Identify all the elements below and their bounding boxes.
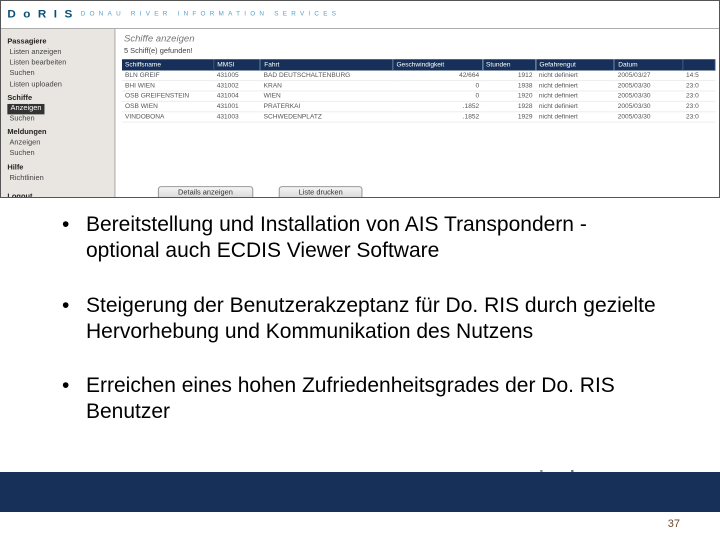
sb-head-3: Hilfe	[7, 163, 108, 174]
table-row[interactable]: OSB GREIFENSTEIN431004WIEN01920nicht def…	[122, 91, 715, 101]
cell: 42/664	[393, 71, 483, 81]
sb-head-0: Passagiere	[7, 37, 108, 48]
sb-item[interactable]: Suchen	[7, 69, 108, 80]
col-date[interactable]: Datum	[615, 59, 683, 70]
col-name[interactable]: Schiffsname	[122, 59, 214, 70]
cell: nicht definiert	[536, 71, 615, 81]
cell: 2005/03/30	[615, 101, 683, 111]
cell: 2005/03/30	[615, 91, 683, 101]
cell: 1929	[482, 112, 535, 122]
ships-table: Schiffsname MMSI Fahrt Geschwindigkeit S…	[122, 59, 716, 122]
cell: 431004	[214, 91, 261, 101]
bullet-item: Steigerung der Benutzerakzeptanz für Do.…	[62, 293, 658, 346]
sb-item[interactable]: Richtlinien	[7, 173, 108, 184]
cell: 1938	[482, 81, 535, 91]
cell: 1928	[482, 101, 535, 111]
sb-item[interactable]: Listen anzeigen	[7, 48, 108, 59]
cell: 23:0	[683, 101, 715, 111]
col-mmsi[interactable]: MMSI	[214, 59, 261, 70]
cell: 2005/03/27	[615, 71, 683, 81]
cell: BHI WIEN	[122, 81, 214, 91]
table-row[interactable]: VINDOBONA431003SCHWEDENPLATZ.18521929nic…	[122, 112, 715, 122]
col-speed[interactable]: Geschwindigkeit	[393, 59, 483, 70]
app-logo: D o R I S	[7, 8, 74, 20]
cell: 23:0	[683, 112, 715, 122]
cell: KRAN	[260, 81, 392, 91]
cell: 2005/03/30	[615, 112, 683, 122]
bullet-item: Erreichen eines hohen Zufriedenheitsgrad…	[62, 373, 658, 426]
cell: .1852	[393, 101, 483, 111]
cell: nicht definiert	[536, 112, 615, 122]
cell: 23:0	[683, 91, 715, 101]
sb-item[interactable]: Listen bearbeiten	[7, 58, 108, 69]
cell: 431003	[214, 112, 261, 122]
cell: BLN GREIF	[122, 71, 214, 81]
col-time[interactable]	[683, 59, 715, 70]
slide: D o R I S DONAU RIVER INFORMATION SERVIC…	[0, 0, 720, 540]
cell: nicht definiert	[536, 81, 615, 91]
sb-item[interactable]: Anzeigen	[7, 139, 108, 150]
main-panel: Schiffe anzeigen 5 Schiff(e) gefunden! S…	[115, 29, 720, 198]
cell: BAD DEUTSCHALTENBURG	[260, 71, 392, 81]
sb-item[interactable]: Suchen	[7, 149, 108, 160]
col-hours[interactable]: Stunden	[482, 59, 535, 70]
cell: 431005	[214, 71, 261, 81]
sb-item-selected[interactable]: Anzeigen	[7, 104, 44, 115]
table-row[interactable]: BLN GREIF431005BAD DEUTSCHALTENBURG42/66…	[122, 71, 715, 81]
sb-head-1: Schiffe	[7, 93, 108, 104]
bullet-item: Bereitstellung und Installation von AIS …	[62, 212, 658, 265]
cell: 0	[393, 81, 483, 91]
cell: SCHWEDENPLATZ	[260, 112, 392, 122]
bullet-block: Bereitstellung und Installation von AIS …	[62, 212, 658, 454]
app-logo-sub: DONAU RIVER INFORMATION SERVICES	[81, 11, 340, 17]
print-button[interactable]: Liste drucken	[278, 186, 362, 198]
sb-head-2: Meldungen	[7, 128, 108, 139]
cell: 14:5	[683, 71, 715, 81]
cell: 431002	[214, 81, 261, 91]
sb-item[interactable]: Suchen	[7, 114, 108, 125]
cell: WIEN	[260, 91, 392, 101]
cell: 23:0	[683, 81, 715, 91]
table-row[interactable]: BHI WIEN431002KRAN01938nicht definiert20…	[122, 81, 715, 91]
cell: PRATERKAI	[260, 101, 392, 111]
sb-item[interactable]: Listen uploaden	[7, 80, 108, 91]
table-row[interactable]: OSB WIEN431001PRATERKAI.18521928nicht de…	[122, 101, 715, 111]
cell: nicht definiert	[536, 101, 615, 111]
sidebar: Passagiere Listen anzeigen Listen bearbe…	[1, 29, 115, 198]
cell: 0	[393, 91, 483, 101]
cell: VINDOBONA	[122, 112, 214, 122]
table-header-row: Schiffsname MMSI Fahrt Geschwindigkeit S…	[122, 59, 715, 70]
sb-logout[interactable]: Logout	[7, 192, 108, 198]
main-title: Schiffe anzeigen	[115, 29, 720, 48]
cell: OSB GREIFENSTEIN	[122, 91, 214, 101]
footer-band	[0, 472, 720, 512]
cell: 1920	[482, 91, 535, 101]
col-hazmat[interactable]: Gefahrengut	[536, 59, 615, 70]
cell: 431001	[214, 101, 261, 111]
app-screenshot: D o R I S DONAU RIVER INFORMATION SERVIC…	[0, 0, 720, 198]
col-fahrt[interactable]: Fahrt	[260, 59, 392, 70]
button-row: Details anzeigen Liste drucken	[158, 186, 363, 198]
cell: 1912	[482, 71, 535, 81]
page-number: 37	[668, 518, 680, 530]
cell: 2005/03/30	[615, 81, 683, 91]
main-subtitle: 5 Schiff(e) gefunden!	[115, 48, 720, 59]
cell: nicht definiert	[536, 91, 615, 101]
cell: .1852	[393, 112, 483, 122]
details-button[interactable]: Details anzeigen	[158, 186, 253, 198]
app-header: D o R I S DONAU RIVER INFORMATION SERVIC…	[1, 1, 720, 29]
cell: OSB WIEN	[122, 101, 214, 111]
